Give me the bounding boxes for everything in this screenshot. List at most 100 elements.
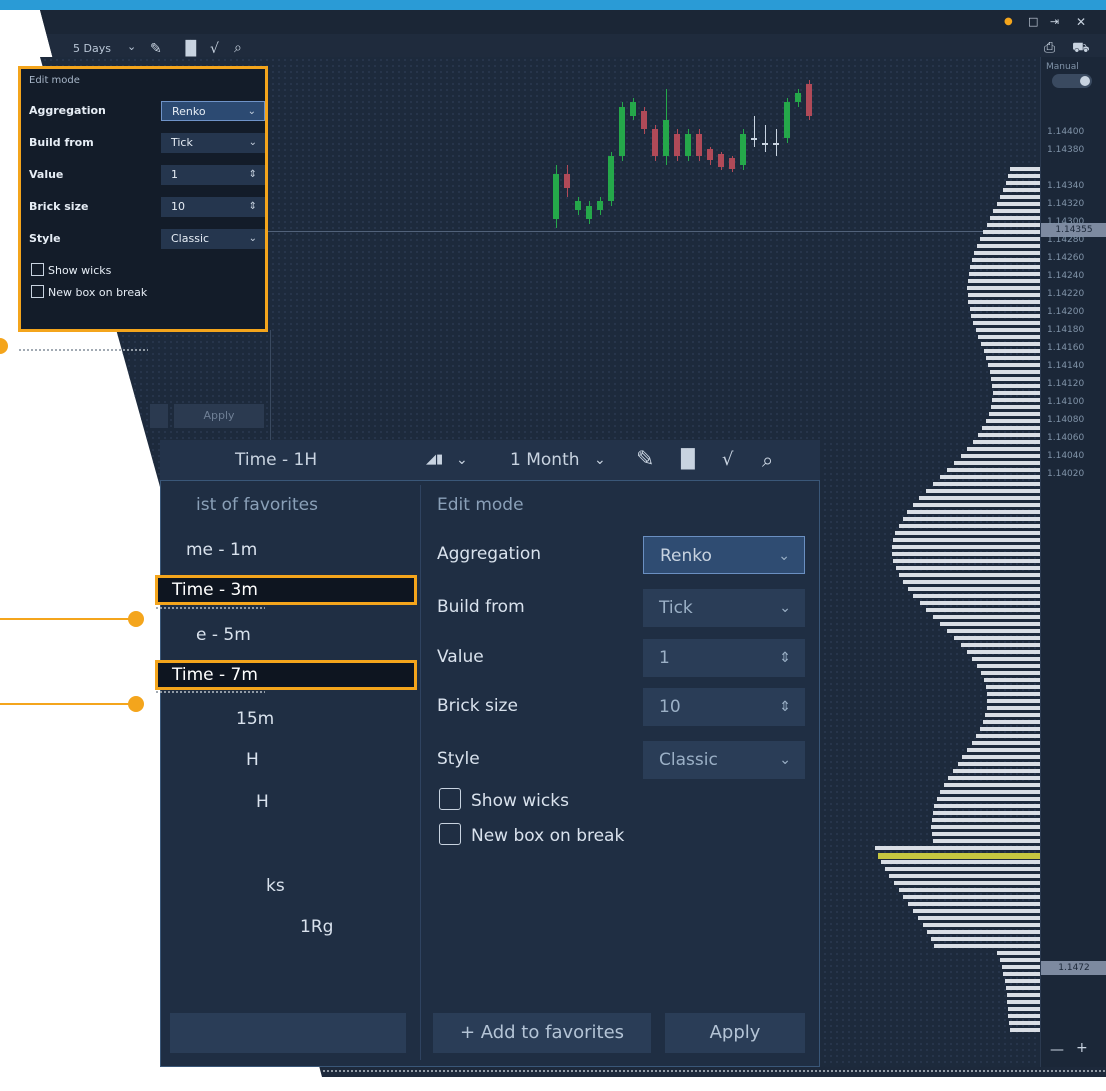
search-icon[interactable]: ⌕: [234, 40, 242, 56]
add-to-favorites-button[interactable]: [150, 404, 168, 428]
volume-bar: [952, 769, 1040, 773]
field-label: Build from: [29, 136, 94, 149]
dropdown-select[interactable]: Renko ⌄: [161, 101, 265, 121]
bar-chart-icon[interactable]: ▐▌: [180, 41, 202, 57]
secondary-button[interactable]: [170, 1013, 406, 1053]
favorite-item[interactable]: ks: [266, 876, 285, 896]
aggregation-title[interactable]: Time - 1H: [235, 440, 317, 480]
favorite-item[interactable]: H: [246, 750, 259, 770]
chevron-down-icon[interactable]: ⌄: [456, 440, 468, 480]
volume-bar: [893, 559, 1040, 563]
bar-chart-icon[interactable]: ▐▌: [674, 440, 702, 480]
dropdown-select[interactable]: Tick ⌄: [161, 133, 265, 153]
stepper-arrows-icon[interactable]: ⇕: [249, 165, 257, 185]
cart-icon[interactable]: ⛟: [1072, 40, 1090, 56]
volume-bar: [957, 762, 1040, 766]
candle-wick: [754, 115, 755, 147]
number-stepper[interactable]: 10 ⇕: [161, 197, 265, 217]
field-label: Value: [437, 647, 484, 667]
number-stepper[interactable]: 1 ⇕: [161, 165, 265, 185]
zoom-in-button[interactable]: +: [1076, 1040, 1088, 1056]
chevron-down-icon[interactable]: ⌄: [249, 133, 257, 153]
volume-bar: [919, 601, 1040, 605]
chevron-down-icon[interactable]: ⌄: [127, 40, 136, 53]
apply-button[interactable]: Apply: [665, 1013, 805, 1053]
volume-bar: [1006, 993, 1040, 997]
checkbox-label: Show wicks: [48, 264, 112, 277]
manual-toggle[interactable]: [1052, 74, 1092, 88]
field-label: Aggregation: [437, 544, 542, 564]
chevron-down-icon[interactable]: ⌄: [248, 102, 256, 122]
save-icon[interactable]: ⎙: [1044, 40, 1055, 56]
checkbox-label: New box on break: [471, 826, 625, 846]
volume-bar: [889, 874, 1040, 878]
favorite-item-selected[interactable]: Time - 3m: [155, 575, 417, 605]
volume-bar: [972, 440, 1040, 444]
volume-bar: [947, 629, 1040, 633]
apply-button[interactable]: Apply: [174, 404, 264, 428]
favorite-item[interactable]: 15m: [236, 709, 274, 729]
checkbox-box[interactable]: [439, 823, 461, 845]
manual-label: Manual: [1046, 62, 1079, 72]
callout-dot: [0, 338, 8, 354]
favorite-item[interactable]: e - 5m: [196, 625, 251, 645]
dropdown-select[interactable]: Renko ⌄: [643, 536, 805, 574]
volume-bar: [986, 356, 1040, 360]
close-icon[interactable]: ✕: [1076, 14, 1086, 30]
indicator-icon[interactable]: √: [210, 41, 219, 57]
indicator-icon[interactable]: √: [722, 440, 733, 480]
dotted-edge: [155, 690, 265, 694]
candle: [784, 102, 790, 138]
zoom-out-button[interactable]: —: [1050, 1042, 1064, 1058]
favorite-item[interactable]: 1Rg: [300, 917, 333, 937]
search-icon[interactable]: ⌕: [762, 440, 773, 480]
field-value: 10: [171, 200, 185, 213]
chevron-down-icon[interactable]: ⌄: [779, 741, 791, 779]
add-to-favorites-button[interactable]: + Add to favorites: [433, 1013, 651, 1053]
volume-bar: [968, 272, 1040, 276]
chevron-down-icon[interactable]: ⌄: [594, 440, 606, 480]
chevron-down-icon[interactable]: ⌄: [249, 229, 257, 249]
checkbox-option[interactable]: New box on break: [31, 285, 147, 299]
stepper-arrows-icon[interactable]: ⇕: [779, 639, 791, 677]
volume-bar: [983, 349, 1040, 353]
volume-bar: [1003, 972, 1040, 976]
time-label: 12:20 PM: [882, 1081, 924, 1091]
checkbox-option[interactable]: Show wicks: [439, 788, 569, 811]
price-label: 1.14320: [1047, 199, 1085, 209]
price-axis[interactable]: 1.14355 1.1472 1.14400 1.14380 1.14340 1.14…: [1040, 57, 1106, 1067]
poc-bar: [877, 853, 1040, 859]
volume-bar: [992, 384, 1040, 388]
dropdown-select[interactable]: Classic ⌄: [161, 229, 265, 249]
period-select[interactable]: 1 Month: [510, 440, 580, 480]
volume-bar: [907, 587, 1040, 591]
checkbox-box[interactable]: [439, 788, 461, 810]
favorite-item[interactable]: H: [256, 792, 269, 812]
pencil-icon[interactable]: ✎: [150, 41, 162, 57]
chevron-down-icon[interactable]: ⌄: [779, 589, 791, 627]
volume-bar: [973, 321, 1040, 325]
volume-bar: [932, 811, 1040, 815]
dropdown-select[interactable]: Tick ⌄: [643, 589, 805, 627]
pencil-icon[interactable]: ✎: [636, 440, 654, 480]
checkbox-option[interactable]: Show wicks: [31, 263, 111, 277]
favorite-item-selected[interactable]: Time - 7m: [155, 660, 417, 690]
dropdown-select[interactable]: Classic ⌄: [643, 741, 805, 779]
checkbox-box[interactable]: [31, 285, 44, 298]
checkbox-option[interactable]: New box on break: [439, 823, 624, 846]
favorite-item[interactable]: me - 1m: [186, 540, 257, 560]
chevron-down-icon[interactable]: ⌄: [778, 537, 790, 575]
period-select[interactable]: 5 Days: [73, 42, 111, 55]
maximize-icon[interactable]: □: [1028, 14, 1038, 30]
number-stepper[interactable]: 10 ⇕: [643, 688, 805, 726]
stepper-arrows-icon[interactable]: ⇕: [249, 197, 257, 217]
number-stepper[interactable]: 1 ⇕: [643, 639, 805, 677]
volume-bar: [898, 888, 1040, 892]
volume-bar: [874, 846, 1040, 850]
pin-icon[interactable]: ⇥: [1050, 14, 1059, 30]
stepper-arrows-icon[interactable]: ⇕: [779, 688, 791, 726]
price-label: 1.14080: [1047, 415, 1085, 425]
checkbox-box[interactable]: [31, 263, 44, 276]
chart-type-icon[interactable]: ◢▮: [426, 440, 443, 480]
volume-bar: [990, 216, 1040, 220]
